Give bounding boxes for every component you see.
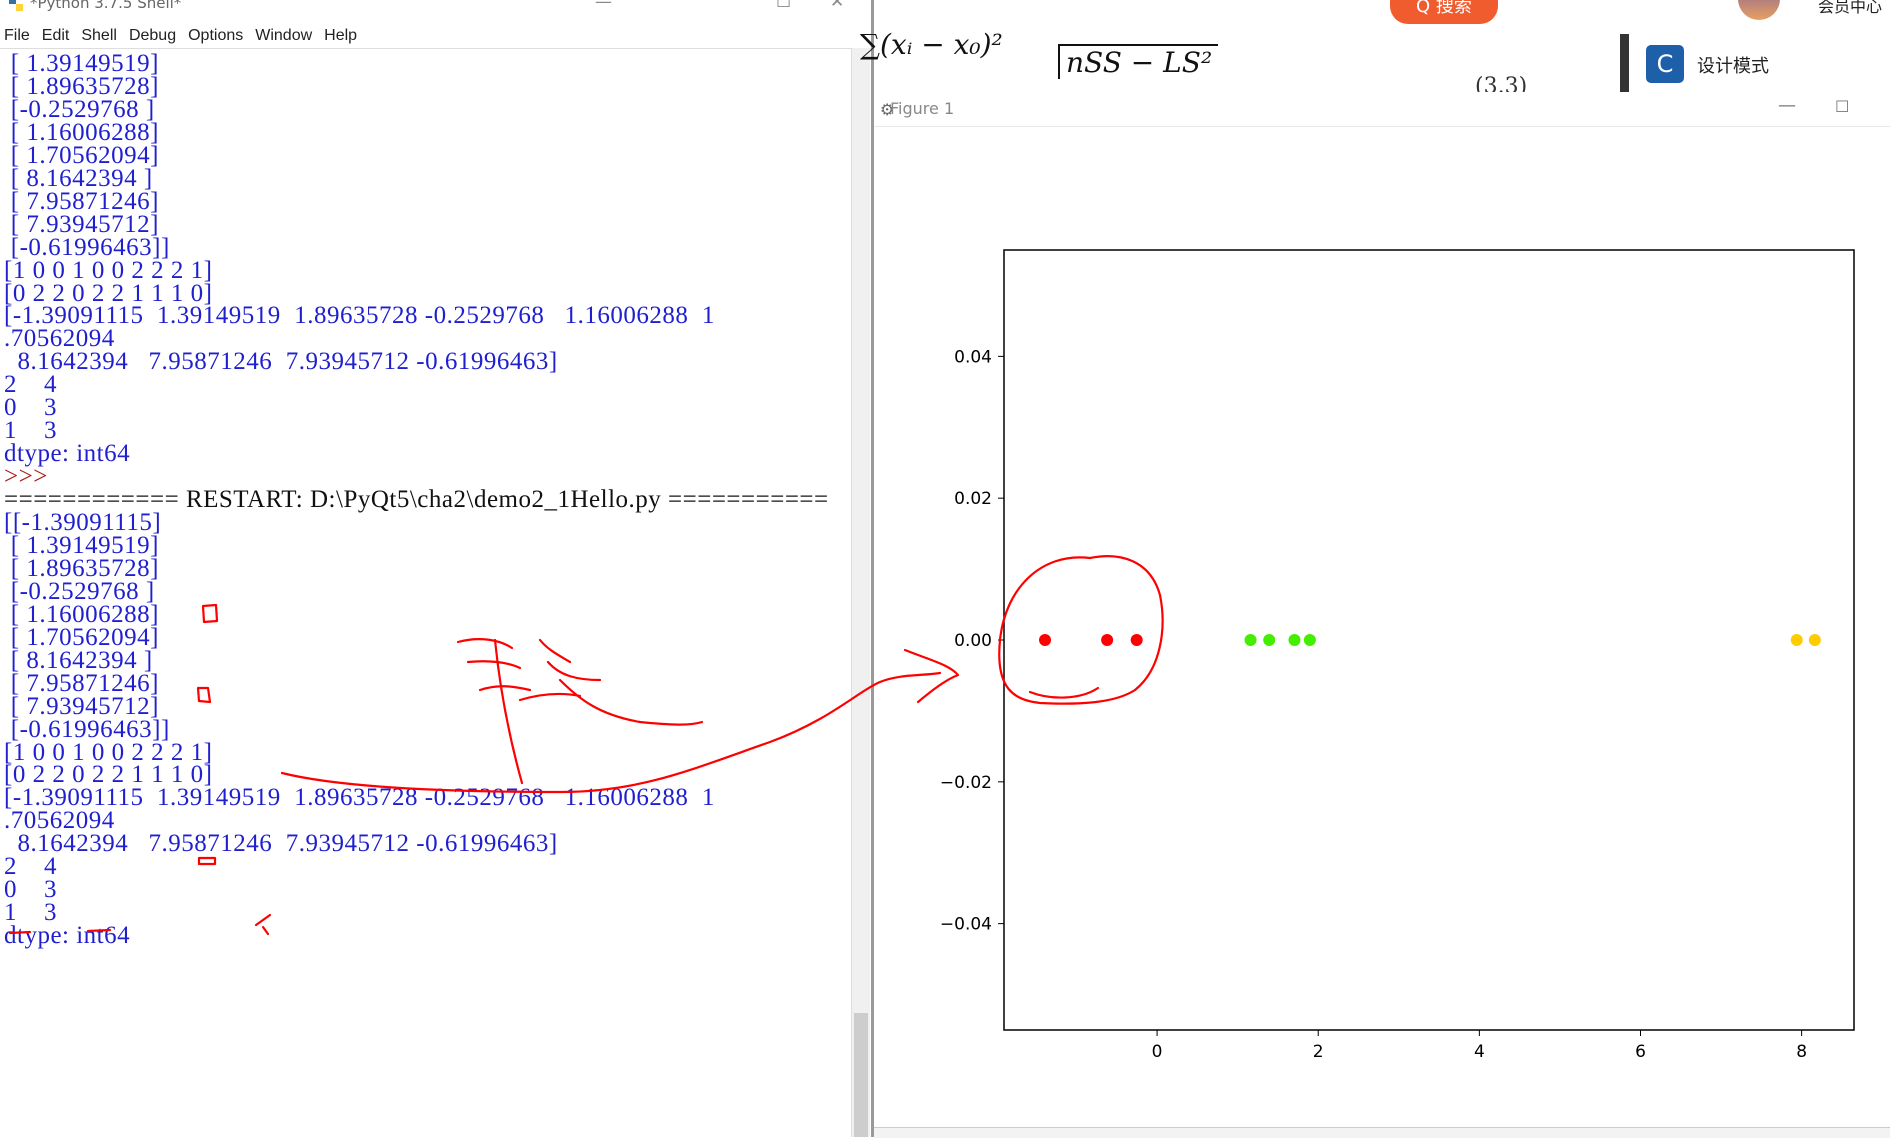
annotation-scribble bbox=[456, 638, 704, 785]
scatter-point bbox=[1130, 634, 1143, 646]
scatter-point bbox=[1263, 634, 1276, 646]
handwritten-annotations bbox=[8, 555, 1164, 936]
annotation-mark-1 bbox=[201, 603, 219, 624]
annotation-underline-1 bbox=[8, 928, 112, 935]
data-points bbox=[1039, 634, 1821, 646]
scatter-point bbox=[1303, 634, 1316, 646]
y-tick-label: 0.04 bbox=[954, 347, 992, 367]
y-tick-label: 0.02 bbox=[954, 489, 992, 509]
annotation-mark-2 bbox=[196, 686, 212, 704]
annotation-mark-3 bbox=[197, 856, 217, 866]
y-tick-label: 0.00 bbox=[954, 631, 992, 651]
x-tick-label: 6 bbox=[1635, 1042, 1646, 1062]
scatter-point bbox=[1101, 634, 1114, 646]
scatter-point bbox=[1790, 634, 1803, 646]
y-tick-label: −0.04 bbox=[940, 915, 992, 935]
annotation-arrow bbox=[280, 671, 942, 794]
scatter-point bbox=[1808, 634, 1821, 646]
x-tick-label: 0 bbox=[1152, 1042, 1163, 1062]
x-tick-label: 8 bbox=[1796, 1042, 1807, 1062]
y-tick-label: −0.02 bbox=[940, 773, 992, 793]
axis-ticks: 0 2 4 6 8 −0.04 −0.02 0.00 0.02 0.04 bbox=[940, 347, 1807, 1062]
annotation-circle bbox=[998, 555, 1164, 705]
annotation-smile bbox=[1028, 686, 1100, 699]
scatter-point bbox=[1039, 634, 1052, 646]
x-tick-label: 2 bbox=[1313, 1042, 1324, 1062]
scatter-chart: 0 2 4 6 8 −0.04 −0.02 0.00 0.02 0.04 bbox=[8, 249, 1855, 1062]
scatter-point bbox=[1244, 634, 1257, 646]
annotation-underline-2 bbox=[254, 913, 272, 936]
scatter-point bbox=[1288, 634, 1301, 646]
x-tick-label: 4 bbox=[1474, 1042, 1485, 1062]
